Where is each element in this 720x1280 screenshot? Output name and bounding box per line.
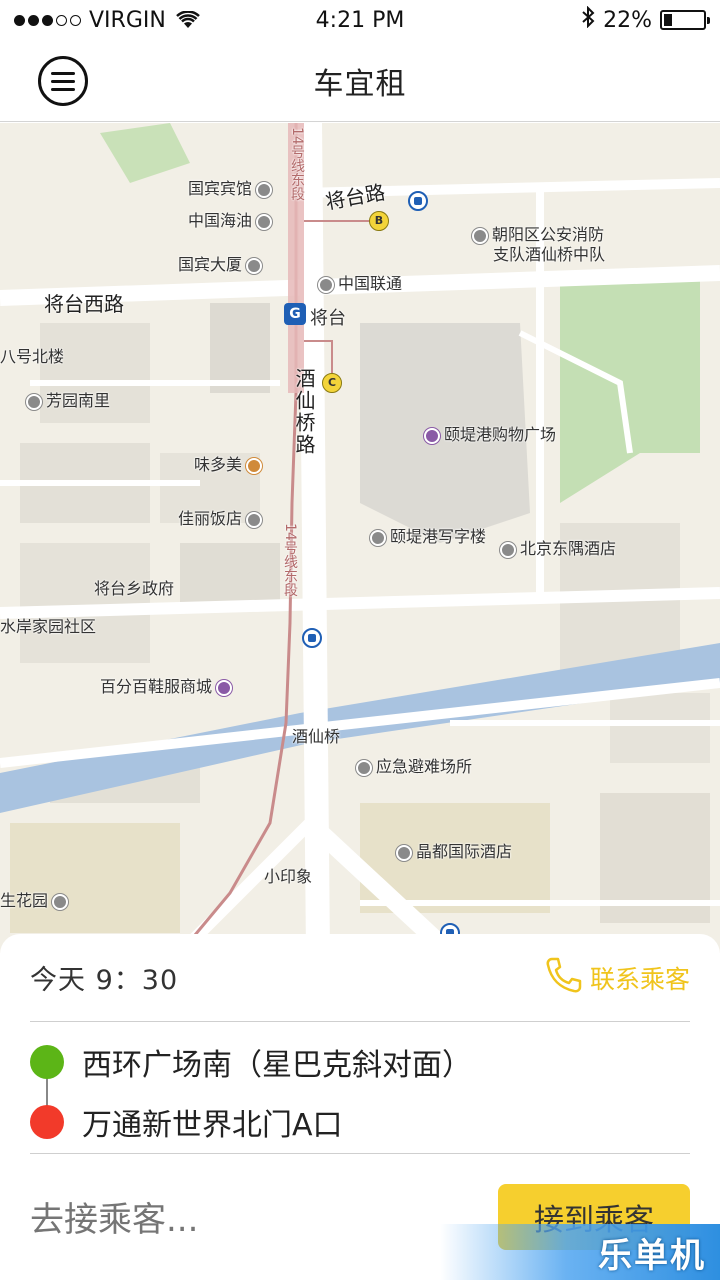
hamburger-icon (51, 71, 75, 75)
map-station-label[interactable]: 将台 (310, 304, 346, 330)
contact-passenger-button[interactable]: 联系乘客 (544, 955, 690, 1001)
wifi-icon (175, 11, 200, 29)
order-panel: 今天 9：30 联系乘客 西环广场南（星巴克斜对面） 万通新世界北门A口 接到乘… (0, 934, 720, 1280)
shelter-icon (356, 759, 372, 776)
route-info: 西环广场南（星巴克斜对面） 万通新世界北门A口 (30, 1022, 690, 1154)
map-road-label: 将台西路 (44, 292, 124, 316)
map-poi[interactable]: 佳丽饭店 (178, 505, 263, 529)
battery-percent: 22% (603, 7, 652, 33)
status-bar: VIRGIN 4:21 PM 22% (0, 0, 720, 40)
map-poi[interactable]: 味多美 (194, 451, 263, 475)
map-poi[interactable]: 中国联通 (318, 270, 402, 294)
end-point-icon (30, 1105, 64, 1139)
map-poi[interactable]: 酒仙桥 (292, 723, 340, 747)
metro-station-icon[interactable]: G (284, 303, 306, 325)
map-poi[interactable]: 国宾宾馆 (188, 175, 273, 199)
carrier-name: VIRGIN (89, 7, 166, 33)
map-poi[interactable]: 应急避难场所 (356, 753, 472, 777)
residential-icon (26, 393, 42, 410)
poi-icon (256, 213, 273, 230)
watermark-logo: 乐单机 (440, 1224, 720, 1280)
map-poi[interactable]: 生花园 (0, 887, 69, 911)
map-view[interactable]: 将台路 将台西路 酒仙桥路 14号线东段 14号线东段 国宾宾馆 中国海油 国宾… (0, 123, 720, 953)
signal-strength-icon (14, 14, 81, 26)
office-icon (370, 529, 386, 546)
map-poi[interactable]: 八号北楼 (0, 343, 64, 367)
map-poi[interactable]: 将台乡政府 (94, 575, 174, 599)
map-metro-line-label: 14号线东段 (289, 127, 305, 201)
dropoff-location: 万通新世界北门A口 (30, 1100, 343, 1144)
map-poi[interactable]: 颐堤港写字楼 (370, 523, 486, 547)
food-icon (246, 457, 263, 474)
bus-stop-icon[interactable] (302, 628, 322, 648)
phone-icon (544, 955, 584, 1001)
order-header: 今天 9：30 联系乘客 (30, 934, 690, 1022)
page-title: 车宜租 (313, 66, 407, 102)
building-icon (246, 257, 263, 274)
hotel-icon (500, 541, 516, 558)
map-poi[interactable]: 百分百鞋服商城 (100, 673, 233, 697)
nav-bar: 车宜租 (0, 40, 720, 122)
battery-level (664, 14, 673, 26)
status-message-input[interactable] (30, 1190, 470, 1250)
start-point-icon (30, 1045, 64, 1079)
hotel-icon (256, 181, 273, 198)
residential-icon (52, 893, 69, 910)
map-poi[interactable]: 芳园南里 (26, 387, 110, 411)
watermark-text: 乐单机 (598, 1235, 706, 1276)
map-road-label: 酒仙桥路 (292, 368, 316, 456)
hotel-icon (396, 844, 412, 861)
metro-exit-b-badge[interactable]: B (369, 211, 389, 231)
order-time: 今天 9：30 (30, 965, 179, 996)
phone-icon (318, 276, 334, 293)
map-poi[interactable]: 北京东隅酒店 (500, 535, 616, 559)
contact-passenger-label: 联系乘客 (589, 964, 690, 994)
map-poi[interactable]: 颐堤港购物广场 (424, 421, 556, 445)
shopping-icon (424, 427, 440, 444)
map-poi[interactable]: 晶都国际酒店 (396, 838, 512, 862)
dropoff-address: 万通新世界北门A口 (82, 1108, 343, 1143)
pickup-location: 西环广场南（星巴克斜对面） (30, 1040, 472, 1084)
bus-stop-icon[interactable] (408, 191, 428, 211)
pickup-address: 西环广场南（星巴克斜对面） (82, 1048, 472, 1083)
bluetooth-icon (581, 5, 595, 34)
battery-icon (660, 10, 710, 30)
menu-button[interactable] (38, 56, 88, 106)
map-poi-label-line2: 支队酒仙桥中队 (493, 245, 606, 264)
map-poi[interactable]: 国宾大厦 (178, 251, 263, 275)
poi-icon (472, 227, 488, 244)
hotel-icon (246, 511, 263, 528)
map-poi[interactable]: 中国海油 (188, 207, 273, 231)
map-poi[interactable]: 小印象 (264, 863, 312, 887)
metro-exit-c-badge[interactable]: C (322, 373, 342, 393)
map-metro-line-label: 14号线东段 (282, 523, 298, 597)
map-poi[interactable]: 水岸家园社区 (0, 613, 96, 637)
shopping-icon (216, 679, 233, 696)
